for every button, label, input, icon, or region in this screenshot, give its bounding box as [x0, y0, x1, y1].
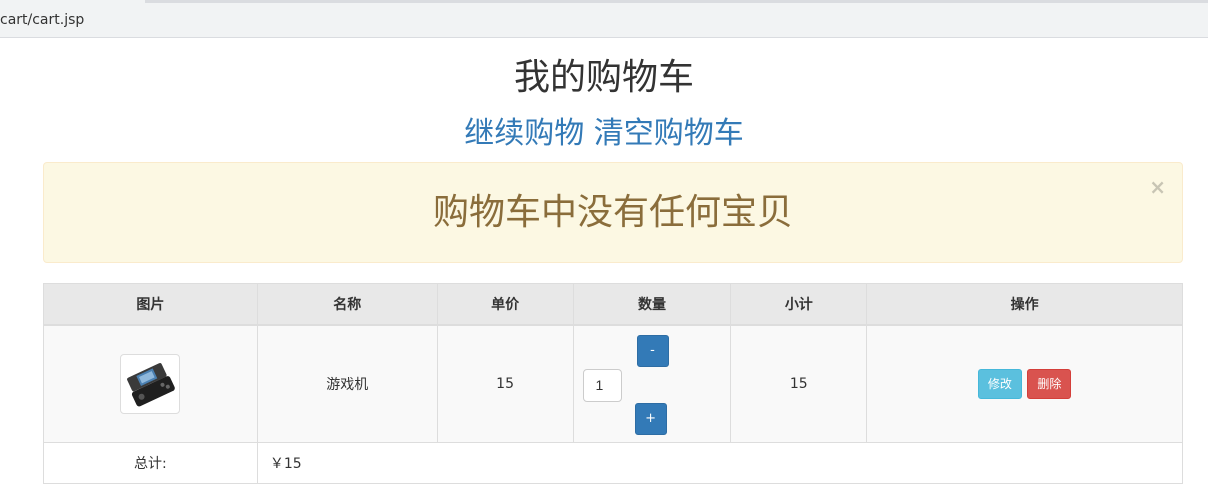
header-subtotal: 小计 [730, 283, 868, 326]
total-row: 总计: ￥15 [43, 442, 1184, 484]
cart-actions: 继续购物 清空购物车 [0, 114, 1208, 154]
cart-table: 图片 名称 单价 数量 小计 操作 游戏机 15 - 1 + 15 修改 删除 … [43, 283, 1184, 484]
url-text[interactable]: cart/cart.jsp [0, 12, 84, 28]
continue-shopping-link[interactable]: 继续购物 [464, 116, 584, 151]
total-label: 总计: [43, 442, 258, 484]
delete-button[interactable]: 删除 [1027, 368, 1072, 399]
clear-cart-link[interactable]: 清空购物车 [594, 116, 744, 151]
product-subtotal: 15 [730, 324, 868, 443]
table-header-row: 图片 名称 单价 数量 小计 操作 [43, 283, 1183, 326]
browser-tab-strip-edge [145, 0, 1208, 3]
header-image: 图片 [43, 283, 258, 326]
product-image-cell [43, 324, 258, 443]
game-console-icon [120, 353, 181, 414]
header-actions: 操作 [866, 283, 1183, 326]
actions-cell: 修改 删除 [866, 324, 1183, 443]
product-price: 15 [436, 324, 574, 443]
header-name: 名称 [256, 283, 438, 326]
alert-message: 购物车中没有任何宝贝 [432, 192, 793, 233]
browser-address-bar[interactable]: cart/cart.jsp [0, 0, 1208, 38]
page-title: 我的购物车 [513, 57, 694, 98]
total-value: ￥15 [256, 442, 1184, 484]
empty-cart-alert: × 购物车中没有任何宝贝 [43, 162, 1183, 263]
header-price: 单价 [436, 283, 574, 326]
quantity-stepper: - + [572, 324, 732, 443]
header-quantity: 数量 [572, 283, 732, 326]
decrease-quantity-button[interactable]: - [636, 334, 669, 367]
quantity-input[interactable] [582, 368, 622, 402]
table-row: 游戏机 15 - + 15 修改 删除 [43, 324, 1183, 443]
increase-quantity-button[interactable]: + [634, 402, 667, 435]
edit-button[interactable]: 修改 [977, 368, 1022, 399]
product-name: 游戏机 [256, 324, 438, 443]
